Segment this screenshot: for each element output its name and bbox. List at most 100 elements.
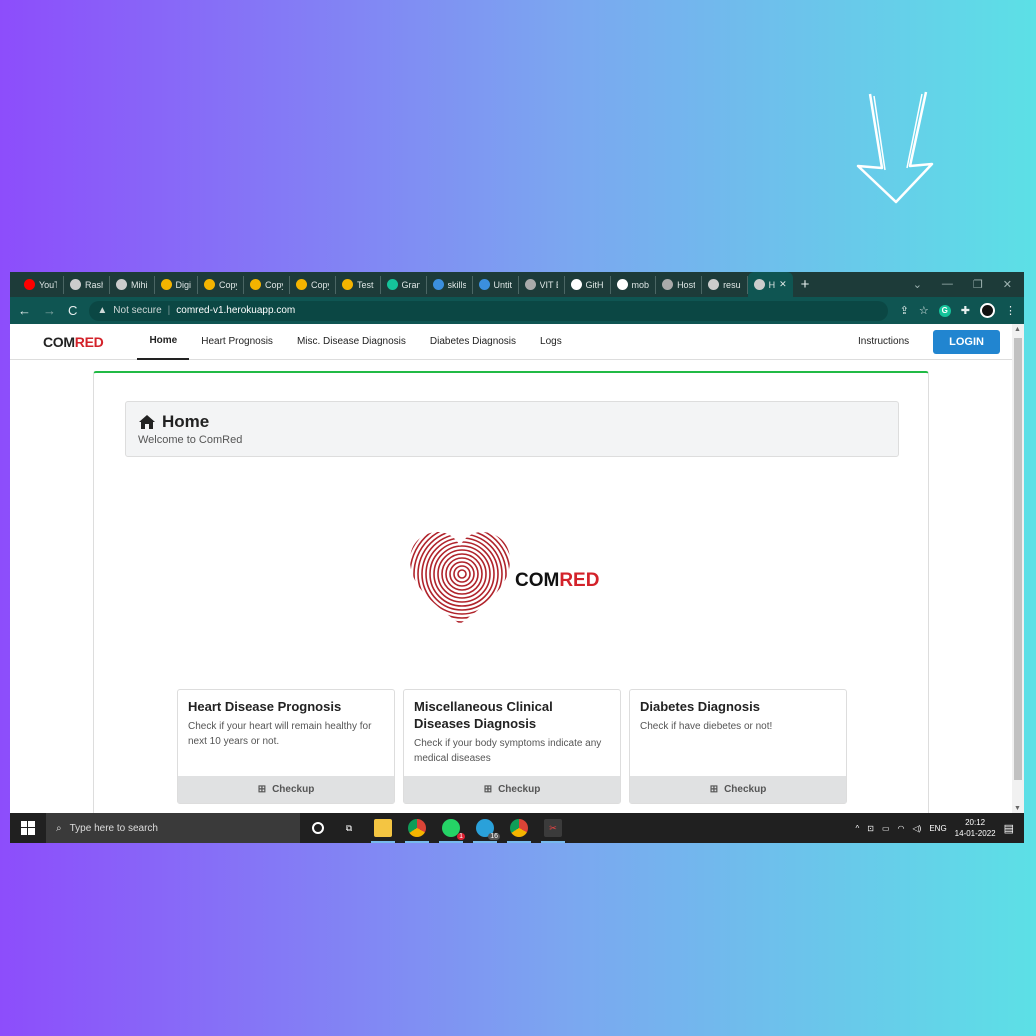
browser-tab[interactable]: Digi	[155, 275, 199, 294]
meet-now-icon[interactable]: ⊡	[867, 824, 874, 833]
page-title: Home	[138, 412, 886, 432]
new-tab-button[interactable]: +	[801, 276, 810, 293]
taskbar-apps: ⧉ 1 16 ✂	[312, 819, 565, 843]
tab-close-icon[interactable]: ✕	[779, 279, 787, 290]
extensions-area: ⇪ ☆ G ✚ ⋮	[900, 303, 1016, 318]
browser-tab[interactable]: VIT E	[519, 275, 565, 294]
browser-tab[interactable]: Rash	[64, 275, 110, 294]
slides-icon	[296, 279, 308, 290]
login-button[interactable]: LOGIN	[933, 329, 1000, 354]
snipping-tool-icon[interactable]: ✂	[541, 819, 565, 843]
checkup-label: Checkup	[498, 784, 541, 795]
car-icon	[662, 279, 674, 290]
scroll-down-icon[interactable]: ▼	[1014, 805, 1021, 812]
medkit-icon: ⊞	[483, 784, 493, 795]
browser-tab[interactable]: resu	[702, 275, 748, 294]
feature-cards: Heart Disease Prognosis Check if your he…	[177, 689, 847, 804]
clock-time: 20:12	[965, 818, 986, 827]
browser-tab[interactable]: mob	[611, 275, 657, 294]
minimize-icon[interactable]: —	[942, 278, 953, 291]
browser-tab[interactable]: skills	[427, 275, 473, 294]
browser-tab[interactable]: Test	[336, 275, 381, 294]
volume-icon[interactable]: ◁)	[913, 824, 922, 833]
file-explorer-icon[interactable]	[371, 819, 395, 843]
bookmark-star-icon[interactable]: ☆	[919, 304, 929, 317]
reload-icon[interactable]: C	[68, 303, 77, 318]
browser-tab[interactable]: GitH	[565, 275, 611, 294]
nav-instructions[interactable]: Instructions	[858, 336, 909, 347]
taskbar-clock[interactable]: 20:12 14-01-2022	[955, 817, 996, 839]
scroll-thumb[interactable]	[1014, 338, 1022, 780]
globe-icon	[753, 279, 765, 290]
google-icon	[616, 279, 628, 290]
language-indicator[interactable]: ENG	[929, 824, 946, 833]
windows-logo-icon	[21, 821, 35, 835]
slides-icon	[204, 279, 216, 290]
tab-label: Untit	[493, 279, 512, 290]
wifi-icon[interactable]: ◠	[898, 824, 905, 833]
url-text[interactable]: comred-v1.herokuapp.com	[176, 305, 295, 316]
menu-kebab-icon[interactable]: ⋮	[1005, 304, 1016, 317]
browser-tab[interactable]: Copy	[290, 275, 337, 294]
puzzle-extensions-icon[interactable]: ✚	[961, 304, 970, 317]
search-icon: ⌕	[56, 822, 62, 834]
youtube-icon	[24, 279, 35, 290]
forward-icon[interactable]: →	[43, 303, 56, 318]
cortana-icon[interactable]	[312, 822, 324, 834]
checkup-button[interactable]: ⊞ Checkup	[404, 776, 620, 803]
browser-tab[interactable]: Copy	[244, 275, 291, 294]
nav-right: Instructions LOGIN	[858, 329, 1000, 354]
telegram-icon[interactable]: 16	[473, 819, 500, 843]
fingerprint-heart-icon	[410, 532, 510, 624]
tray-chevron-icon[interactable]: ^	[855, 824, 859, 833]
whatsapp-icon[interactable]: 1	[439, 819, 465, 843]
browser-tab[interactable]: Copy	[198, 275, 245, 294]
chrome-icon[interactable]	[405, 819, 429, 843]
checkup-button[interactable]: ⊞ Checkup	[630, 776, 846, 803]
card-title: Miscellaneous Clinical Diseases Diagnosi…	[414, 699, 553, 731]
browser-tab[interactable]: H ✕	[747, 272, 793, 297]
card-misc-diseases: Miscellaneous Clinical Diseases Diagnosi…	[403, 689, 621, 804]
card-heart-prognosis: Heart Disease Prognosis Check if your he…	[177, 689, 395, 804]
page-scrollbar[interactable]: ▲ ▼	[1012, 324, 1024, 813]
browser-tab[interactable]: Untit	[473, 275, 519, 294]
browser-tab[interactable]: Gran	[381, 275, 427, 294]
windows-start-button[interactable]	[10, 821, 46, 835]
nav-logs[interactable]: Logs	[528, 324, 574, 360]
tab-label: Gran	[401, 279, 420, 290]
nav-diabetes[interactable]: Diabetes Diagnosis	[418, 324, 528, 360]
tab-search-icon[interactable]: ⌄	[913, 278, 922, 291]
site-logo[interactable]: COMRED	[43, 333, 104, 350]
restore-icon[interactable]: ❐	[973, 278, 983, 291]
omnibox[interactable]: ▲ Not secure | comred-v1.herokuapp.com	[89, 300, 888, 321]
back-icon[interactable]: ←	[18, 303, 31, 318]
profile-avatar[interactable]	[980, 303, 995, 318]
nav-home[interactable]: Home	[137, 324, 190, 360]
nav-misc-disease[interactable]: Misc. Disease Diagnosis	[285, 324, 418, 360]
tab-strip: YouT Rash Mihi Digi Copy Copy Copy Test Gran skil…	[10, 272, 1024, 297]
slides-icon	[342, 279, 354, 290]
brand-red: RED	[74, 333, 104, 350]
notifications-icon[interactable]: ▤	[1004, 822, 1014, 835]
task-view-icon[interactable]: ⧉	[340, 819, 358, 837]
browser-tab[interactable]: YouT	[18, 275, 64, 294]
grammarly-extension-icon[interactable]: G	[938, 304, 951, 317]
comred-logo: COMRED	[408, 528, 628, 628]
main-segment: Home Welcome to ComRed COMRED Heart Dise…	[93, 371, 929, 813]
battery-icon[interactable]: ▭	[882, 824, 890, 833]
checkup-button[interactable]: ⊞ Checkup	[178, 776, 394, 803]
tab-label: Copy	[265, 279, 283, 290]
close-icon[interactable]: ✕	[1003, 278, 1012, 291]
browser-tab[interactable]: Mihi	[110, 275, 155, 294]
tab-label: GitH	[585, 279, 604, 290]
taskbar-search[interactable]: ⌕ Type here to search	[46, 813, 300, 843]
card-description: Check if have diebetes or not!	[640, 721, 773, 732]
chrome-profile-icon[interactable]	[507, 819, 531, 843]
share-icon[interactable]: ⇪	[900, 304, 909, 317]
nav-heart-prognosis[interactable]: Heart Prognosis	[189, 324, 285, 360]
page-subtitle: Welcome to ComRed	[138, 434, 243, 446]
telegram-badge: 16	[488, 833, 500, 840]
browser-tab[interactable]: Host	[656, 275, 703, 294]
logo-com: COM	[515, 570, 560, 591]
scroll-up-icon[interactable]: ▲	[1014, 326, 1021, 333]
